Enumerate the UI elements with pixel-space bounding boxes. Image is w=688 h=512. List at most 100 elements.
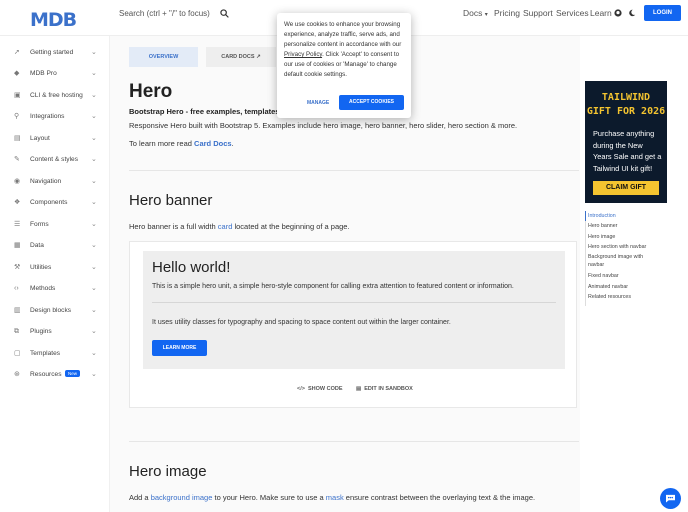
sidebar-item-utilities[interactable]: ⚒ Utilities ⌄ <box>0 258 110 278</box>
chevron-down-icon: ⌄ <box>91 221 97 228</box>
nav-learn[interactable]: Learn <box>590 8 612 18</box>
cubes-icon: ❖ <box>14 199 21 206</box>
sidebar-item-resources[interactable]: ⊛ Resources New ⌄ <box>0 365 110 385</box>
learn-more-button[interactable]: LEARN MORE <box>152 340 207 356</box>
chevron-down-icon: ⌄ <box>91 371 97 378</box>
login-button[interactable]: LOGIN <box>644 5 681 21</box>
search-input[interactable]: Search (ctrl + "/" to focus) <box>115 5 215 22</box>
chevron-down-icon: ⌄ <box>91 328 97 335</box>
toc-item-introduction[interactable]: Introduction <box>588 212 674 220</box>
sidebar-item-label: Navigation <box>30 178 62 185</box>
privacy-policy-link[interactable]: Privacy Policy <box>284 51 322 58</box>
chevron-down-icon: ⌄ <box>91 242 97 249</box>
chevron-down-icon: ⌄ <box>91 264 97 271</box>
chevron-down-icon: ⌄ <box>91 178 97 185</box>
hero-demo-line1: This is a simple hero unit, a simple her… <box>152 283 514 290</box>
text-part: Add a <box>129 493 151 502</box>
mdb-logo[interactable]: MDB <box>30 9 77 31</box>
sidebar-item-layout[interactable]: ▤ Layout ⌄ <box>0 129 110 149</box>
sidebar-item-label: Design blocks <box>30 307 72 314</box>
nav-pricing[interactable]: Pricing <box>494 8 520 18</box>
hero-demo-title: Hello world! <box>152 259 231 276</box>
page-description: Responsive Hero built with Bootstrap 5. … <box>129 121 518 130</box>
brush-icon: ✎ <box>14 156 20 163</box>
github-icon[interactable] <box>614 9 622 17</box>
chevron-down-icon: ⌄ <box>91 113 97 120</box>
edit-in-sandbox-button[interactable]: ▤ EDIT IN SANDBOX <box>356 386 413 392</box>
moon-icon[interactable] <box>628 9 636 17</box>
accept-cookies-button[interactable]: ACCEPT COOKIES <box>339 95 404 110</box>
search-icon[interactable] <box>220 9 229 18</box>
sidebar-item-templates[interactable]: ▢ Templates ⌄ <box>0 344 110 364</box>
cookie-text-part: We use cookies to enhance your browsing … <box>284 21 402 48</box>
learn-more-text: To learn more read Card Docs. <box>129 139 234 148</box>
sidebar-item-components[interactable]: ❖ Components ⌄ <box>0 193 110 213</box>
card-docs-link[interactable]: Card Docs <box>194 139 232 148</box>
toc-item-hero-image[interactable]: Hero image <box>588 233 674 241</box>
claim-gift-button[interactable]: CLAIM GIFT <box>593 181 659 195</box>
chevron-down-icon: ⌄ <box>91 135 97 142</box>
gem-icon: ◆ <box>14 70 20 77</box>
sidebar-item-label: Data <box>30 242 44 249</box>
text-part: Hero banner is a full width <box>129 222 218 231</box>
tab-overview[interactable]: OVERVIEW <box>129 47 198 67</box>
chevron-down-icon: ⌄ <box>91 156 97 163</box>
sidebar-item-cli[interactable]: ▣ CLI & free hosting ⌄ <box>0 86 110 106</box>
toc-item-background-image-navbar[interactable]: Background image with navbar <box>588 253 652 269</box>
table-icon: ▦ <box>14 242 21 249</box>
chevron-down-icon: ⌄ <box>91 92 97 99</box>
hero-demo-divider <box>152 302 556 303</box>
toc-item-animated-navbar[interactable]: Animated navbar <box>588 283 674 291</box>
tailwind-ad-banner[interactable]: TAILWIND GIFT FOR 2026 Purchase anything… <box>585 81 667 203</box>
sidebar-item-integrations[interactable]: ⚲ Integrations ⌄ <box>0 107 110 127</box>
nav-support[interactable]: Support <box>523 8 553 18</box>
sidebar-item-methods[interactable]: ‹› Methods ⌄ <box>0 279 110 299</box>
toc-item-hero-section-navbar[interactable]: Hero section with navbar <box>588 243 674 251</box>
sidebar-item-forms[interactable]: ☰ Forms ⌄ <box>0 215 110 235</box>
nav-docs[interactable]: Docs ▾ <box>463 8 488 18</box>
sidebar-item-label: Forms <box>30 221 49 228</box>
chevron-down-icon: ⌄ <box>91 285 97 292</box>
chat-button[interactable] <box>660 488 681 509</box>
tab-card-docs-label: CARD DOCS <box>221 54 255 60</box>
background-image-link[interactable]: background image <box>151 493 213 502</box>
cookie-text: We use cookies to enhance your browsing … <box>284 20 406 80</box>
sidebar-item-label: Resources <box>30 371 62 378</box>
page-title: Hero <box>129 81 173 102</box>
sidebar-item-plugins[interactable]: ⧉ Plugins ⌄ <box>0 322 110 342</box>
hero-image-heading: Hero image <box>129 463 207 480</box>
tab-card-docs[interactable]: CARD DOCS ↗ <box>206 47 276 67</box>
wrench-icon: ⚒ <box>14 264 21 271</box>
chevron-down-icon: ⌄ <box>91 49 97 56</box>
sidebar-item-label: Plugins <box>30 328 52 335</box>
card-link[interactable]: card <box>218 222 233 231</box>
sidebar-item-content-styles[interactable]: ✎ Content & styles ⌄ <box>0 150 110 170</box>
new-badge: New <box>65 370 81 377</box>
sidebar-item-label: Layout <box>30 135 50 142</box>
code-icon: ‹› <box>14 285 19 292</box>
ad-body: Purchase anything during the New Years S… <box>593 129 662 173</box>
sidebar-item-data[interactable]: ▦ Data ⌄ <box>0 236 110 256</box>
sidebar-item-getting-started[interactable]: ➚ Getting started ⌄ <box>0 43 110 63</box>
chat-icon <box>666 494 675 503</box>
mask-link[interactable]: mask <box>326 493 344 502</box>
hero-demo-preview: Hello world! This is a simple hero unit,… <box>129 241 577 408</box>
sidebar-item-label: Content & styles <box>30 156 79 163</box>
resources-icon: ⊛ <box>14 371 20 378</box>
show-code-button[interactable]: </> SHOW CODE <box>297 386 343 392</box>
nav-services[interactable]: Services <box>556 8 589 18</box>
code-icon: </> <box>297 386 305 392</box>
sidebar-item-navigation[interactable]: ◉ Navigation ⌄ <box>0 172 110 192</box>
toc-item-hero-banner[interactable]: Hero banner <box>588 222 674 230</box>
edit-sandbox-label: EDIT IN SANDBOX <box>364 386 413 392</box>
toc-item-related-resources[interactable]: Related resources <box>588 293 674 301</box>
chevron-down-icon: ⌄ <box>91 199 97 206</box>
manage-cookies-button[interactable]: MANAGE <box>307 100 329 106</box>
compass-icon: ◉ <box>14 178 21 185</box>
toc-item-fixed-navbar[interactable]: Fixed navbar <box>588 272 674 280</box>
forms-icon: ☰ <box>14 221 21 228</box>
sidebar-item-design-blocks[interactable]: ▥ Design blocks ⌄ <box>0 301 110 321</box>
hero-banner-text: Hero banner is a full width card located… <box>129 222 350 231</box>
sidebar-item-label: Methods <box>30 285 56 292</box>
sidebar-item-mdb-pro[interactable]: ◆ MDB Pro ⌄ <box>0 64 110 84</box>
